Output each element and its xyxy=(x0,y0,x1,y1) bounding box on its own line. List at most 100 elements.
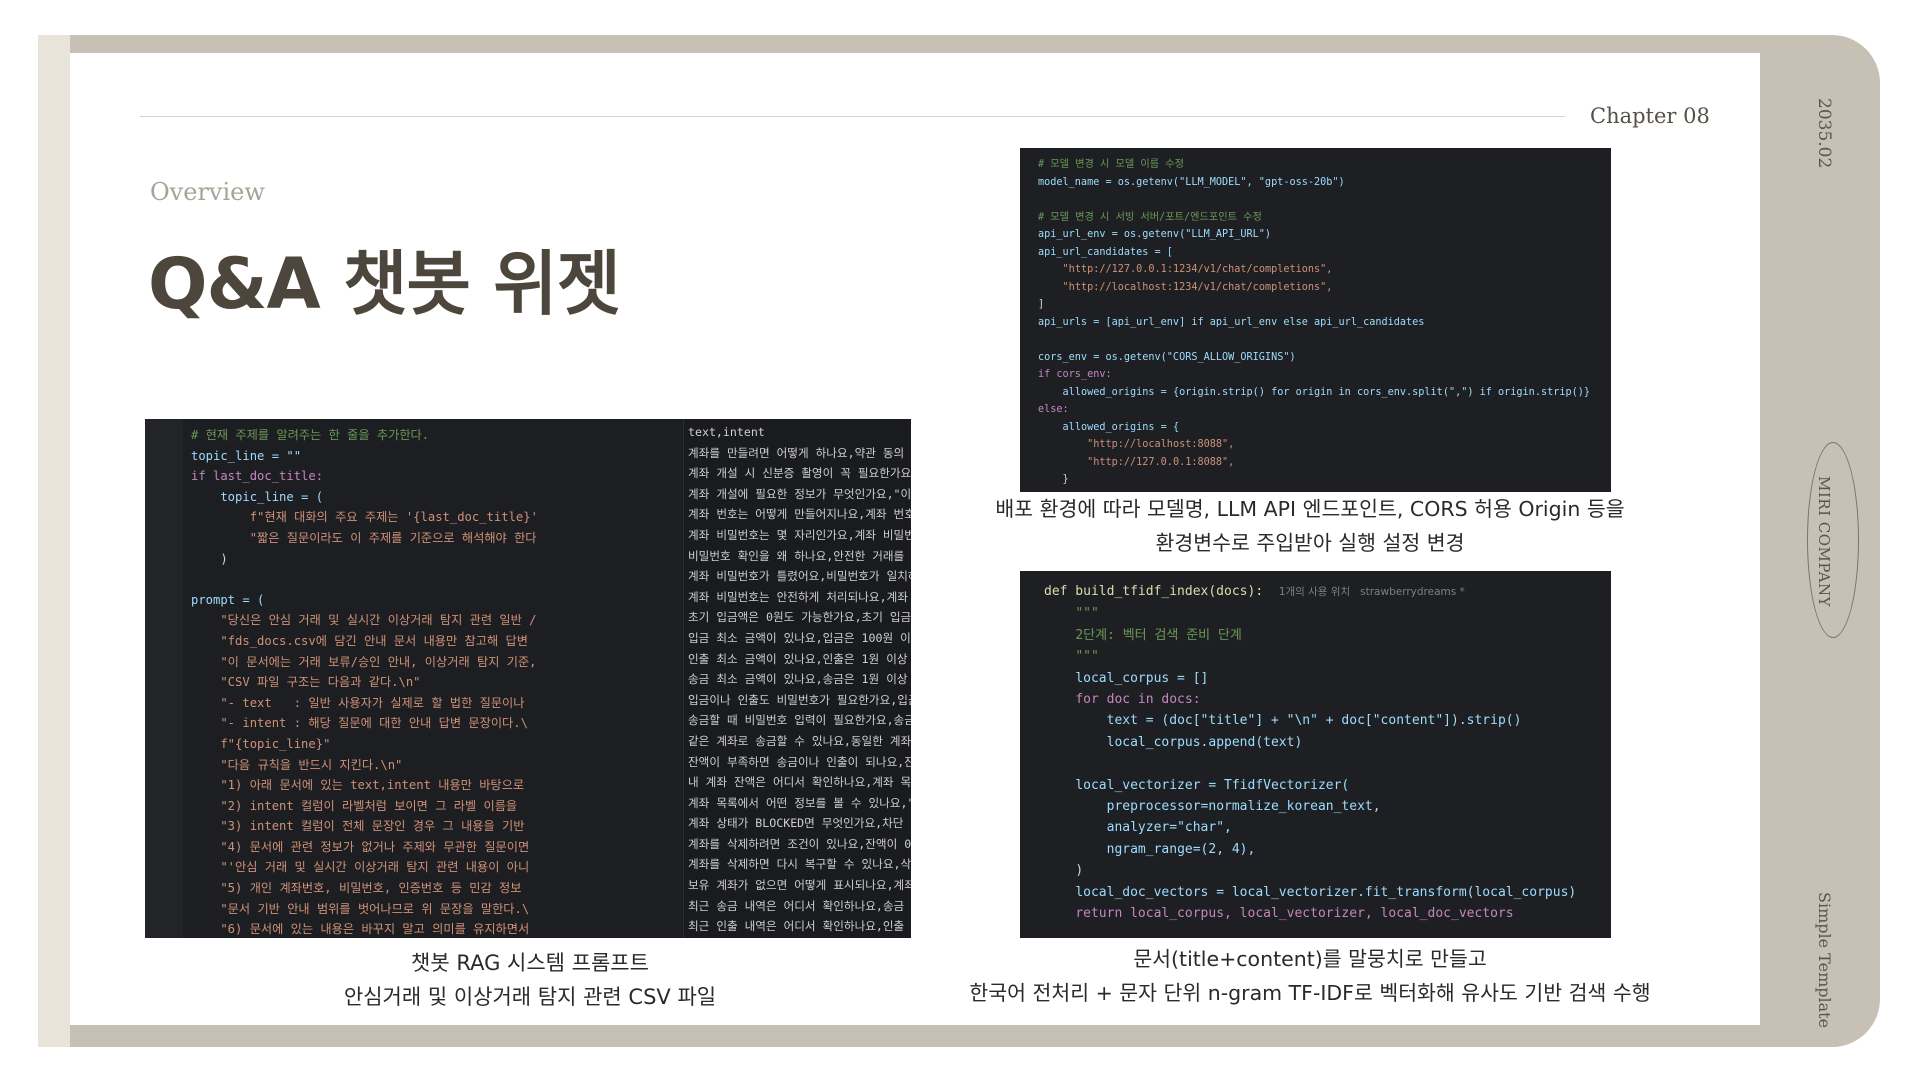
caption-env-line2: 환경변수로 주입받아 실행 설정 변경 xyxy=(1155,531,1465,555)
code-line: local_doc_vectors = local_vectorizer.fit… xyxy=(1075,884,1577,900)
csv-row: 계좌 비밀번호는 안전하게 처리되나요,계좌 비밀번호는 암호화되어 처리 xyxy=(688,589,911,604)
caption-env: 배포 환경에 따라 모델명, LLM API 엔드포인트, CORS 허용 Or… xyxy=(900,492,1720,560)
csv-row: 잔액이 부족하면 송금이나 인출이 되나요,잔액이 부족하면 송금 또는 인 xyxy=(688,754,911,769)
code-line: "이 문서에는 거래 보류/승인 안내, 이상거래 탐지 기준, xyxy=(191,654,537,669)
page-title: Q&A 챗봇 위젯 xyxy=(148,243,621,325)
code-line: "2) intent 컬럼이 라벨처럼 보이면 그 라벨 이름을 xyxy=(191,798,525,813)
code-line: "3) intent 컬럼이 전체 문장인 경우 그 내용을 기반 xyxy=(191,819,525,834)
csv-row: 계좌 목록에서 어떤 정보를 볼 수 있나요,"계좌 번호, 상태, 잔액, xyxy=(688,795,911,810)
overview-label: Overview xyxy=(150,178,265,206)
code-line: if last_doc_title: xyxy=(191,469,324,484)
header-rule xyxy=(140,116,1565,117)
code-keyword: for doc in docs: xyxy=(1075,692,1201,708)
csv-row: text,intent xyxy=(688,425,765,439)
code-line: "'안심 거래 및 실시간 이상거래 탐지 관련 내용이 아니 xyxy=(191,860,530,875)
code-line: f"{topic_line}" xyxy=(191,736,331,751)
code-line: "- text : 일반 사용자가 실제로 할 법한 질문이나 xyxy=(191,695,525,710)
caption-prompt: 챗봇 RAG 시스템 프롬프트 안심거래 및 이상거래 탐지 관련 CSV 파일 xyxy=(230,946,830,1014)
csv-row: 최근 송금 내역은 어디서 확인하나요,송금 화면의 최근 송금 내역에서 xyxy=(688,898,911,913)
code-line: allowed_origins = { xyxy=(1062,421,1180,433)
code-line: "6) 문서에 있는 내용은 바꾸지 말고 의미를 유지하면서 xyxy=(191,922,530,937)
code-line: ) xyxy=(1075,863,1084,879)
code-line: "fds_docs.csv에 담긴 안내 문서 내용만 참고해 답변 xyxy=(191,633,528,648)
code-string: "http://127.0.0.1:8088", xyxy=(1087,456,1235,468)
code-line: # 현재 주제를 알려주는 한 줄을 추가한다. xyxy=(191,428,430,442)
code-line: f"현재 대화의 주요 주제는 '{last_doc_title}' xyxy=(191,510,538,525)
code-line: cors_env = os.getenv("CORS_ALLOW_ORIGINS… xyxy=(1038,351,1296,363)
csv-row: 최근 인출 내역은 어디서 확인하나요,인출 화면의 최근 인출 내역에서 xyxy=(688,919,911,934)
code-line: api_urls = [api_url_env] if api_url_env … xyxy=(1038,316,1425,328)
csv-row: 인출 최소 금액이 있나요,인출은 1원 이상 입력해야 합니다. xyxy=(688,651,911,666)
caption-tfidf: 문서(title+content)를 말뭉치로 만들고 한국어 전처리 + 문자… xyxy=(880,942,1740,1010)
code-line: prompt = ( xyxy=(191,592,265,607)
csv-preview: text,intent 계좌를 만들려면 어떻게 하나요,약관 동의 후 본인 인… xyxy=(683,419,911,938)
csv-rows: text,intent 계좌를 만들려면 어떻게 하나요,약관 동의 후 본인 인… xyxy=(688,422,911,937)
caption-tfidf-line1: 문서(title+content)를 말뭉치로 만들고 xyxy=(1133,947,1487,971)
code-docstring: """ xyxy=(1075,606,1099,622)
csv-row: 계좌를 만들려면 어떻게 하나요,약관 동의 후 본인 인증과 정보 입력을 xyxy=(688,445,911,460)
code-keyword: if cors_env: xyxy=(1038,369,1112,380)
code-line: local_corpus.append(text) xyxy=(1106,734,1303,750)
code-line: "짧은 질문이라도 이 주제를 기준으로 해석해야 한다 xyxy=(191,530,537,545)
code-comment: # 모델 변경 시 서빙 서버/포트/엔드포인트 수정 xyxy=(1038,211,1262,223)
code-line: allowed_origins = {origin.strip() for or… xyxy=(1062,386,1591,398)
code-docstring: 2단계: 벡터 검색 준비 단계 xyxy=(1075,627,1242,643)
code-line: "문서 기반 안내 범위를 벗어나므로 위 문장을 말한다.\ xyxy=(191,901,530,916)
code-line: "4) 문서에 관련 정보가 없거나 주제와 무관한 질문이면 xyxy=(191,839,530,854)
code-string: "http://127.0.0.1:1234/v1/chat/completio… xyxy=(1062,264,1333,275)
code-line: } xyxy=(1062,474,1069,485)
code-line: "- intent : 해당 질문에 대한 안내 답변 문장이다.\ xyxy=(191,716,528,731)
usage-hint: 1개의 사용 위치 strawberrydreams * xyxy=(1278,586,1465,598)
chapter-label: Chapter 08 xyxy=(1590,104,1710,128)
code-def: def build_tfidf_index(docs): xyxy=(1044,584,1264,599)
tfidf-code-screenshot: def build_tfidf_index(docs): 1개의 사용 위치 s… xyxy=(1020,571,1611,938)
caption-tfidf-line2: 한국어 전처리 + 문자 단위 n-gram TF-IDF로 벡터화해 유사도 … xyxy=(969,981,1651,1005)
csv-row: 보유 계좌가 없으면 어떻게 표시되나요,계좌 목록에 보유 계좌가 없다는 xyxy=(688,878,911,893)
caption-prompt-line2: 안심거래 및 이상거래 탐지 관련 CSV 파일 xyxy=(343,985,717,1009)
csv-row: 입금 최소 금액이 있나요,입금은 100원 이상부터 가능합니다. xyxy=(688,630,911,645)
code-line: ngram_range=(2, 4), xyxy=(1106,841,1256,857)
csv-row: 내 계좌 잔액은 어디서 확인하나요,계좌 목록이나 마이페이지에서 확인 xyxy=(688,775,911,790)
code-string: "http://localhost:1234/v1/chat/completio… xyxy=(1062,281,1333,293)
code-line: api_url_candidates = [ xyxy=(1038,246,1173,258)
csv-row: 계좌를 삭제하려면 조건이 있나요,잔액이 0원이어야 하며 삭제 후 복구 xyxy=(688,836,911,851)
csv-row: 계좌 개설 시 신분증 촬영이 꼭 필요한가요,촬영이 어려우면 직접 정보 xyxy=(688,466,911,481)
code-line: preprocessor=normalize_korean_text, xyxy=(1106,799,1381,815)
code-gutter xyxy=(145,419,183,938)
csv-row: 같은 계좌로 송금할 수 있나요,동일한 계좌로는 송금할 수 없습니다. xyxy=(688,733,911,748)
code-line: topic_line = "" xyxy=(191,448,302,463)
code-line: model_name = os.getenv("LLM_MODEL", "gpt… xyxy=(1038,176,1345,188)
code-line: local_corpus = [] xyxy=(1075,670,1209,686)
csv-row: 계좌 상태가 BLOCKED면 무엇인가요,차단 상태로 거래가 제한될 수 있 xyxy=(688,816,911,831)
csv-row: 초기 입금액은 0원도 가능한가요,초기 입금액은 0원부터 입력할 수 있 xyxy=(688,610,911,625)
env-code: # 모델 변경 시 모델 이름 수정 model_name = os.geten… xyxy=(1038,156,1611,492)
side-company: MIRI COMPANY xyxy=(1815,476,1833,607)
csv-row: 계좌 비밀번호는 몇 자리인가요,계좌 비밀번호는 4자리 숫자입니다. xyxy=(688,527,911,542)
csv-row: 송금할 때 비밀번호 입력이 필요한가요,송금 시 보안을 위해 4자리 계 xyxy=(688,713,911,728)
code-line: "당신은 안심 거래 및 실시간 이상거래 탐지 관련 일반 / xyxy=(191,613,537,628)
code-line: "CSV 파일 구조는 다음과 같다.\n" xyxy=(191,675,421,690)
code-line: local_vectorizer = TfidfVectorizer( xyxy=(1075,777,1350,793)
code-line: text = (doc["title"] + "\n" + doc["conte… xyxy=(1106,713,1522,729)
csv-row: 계좌 번호는 어떻게 만들어지나요,계좌 번호는 자동으로 생성됩니다. xyxy=(688,507,911,522)
code-string: "http://localhost:8088", xyxy=(1087,439,1235,450)
code-line: "5) 개인 계좌번호, 비밀번호, 인증번호 등 민감 정보 xyxy=(191,881,529,896)
code-line: "다음 규칙을 반드시 지킨다.\n" xyxy=(191,757,403,772)
caption-prompt-line1: 챗봇 RAG 시스템 프롬프트 xyxy=(411,951,649,975)
csv-row: 비밀번호 확인을 왜 하나요,안전한 거래를 위해 계좌 비밀번호 확인이 xyxy=(688,548,911,563)
csv-row: 계좌 개설에 필요한 정보가 무엇인가요,"이름, 생년월일, 초기 입금액 xyxy=(688,486,911,501)
code-line: analyzer="char", xyxy=(1106,820,1232,836)
side-year: 2035.02 xyxy=(1814,98,1834,169)
code-line: ] xyxy=(1038,299,1045,310)
code-line: topic_line = ( xyxy=(191,489,324,504)
code-line: "1) 아래 문서에 있는 text,intent 내용만 바탕으로 xyxy=(191,778,525,793)
csv-row: 송금 최소 금액이 있나요,송금은 1원 이상 입력해야 합니다. xyxy=(688,672,911,687)
code-line: api_url_env = os.getenv("LLM_API_URL") xyxy=(1038,229,1272,240)
prompt-code-screenshot: # 현재 주제를 알려주는 한 줄을 추가한다. topic_line = "" i… xyxy=(145,419,911,938)
code-comment: # 모델 변경 시 모델 이름 수정 xyxy=(1038,159,1185,170)
env-code-screenshot: # 모델 변경 시 모델 이름 수정 model_name = os.geten… xyxy=(1020,148,1611,492)
prompt-code: # 현재 주제를 알려주는 한 줄을 추가한다. topic_line = "" i… xyxy=(191,425,674,938)
page-frame-edge xyxy=(38,35,70,1047)
csv-row: 입금이나 인출도 비밀번호가 필요한가요,입금과 인출 시에도 계좌 비밀 xyxy=(688,692,911,707)
